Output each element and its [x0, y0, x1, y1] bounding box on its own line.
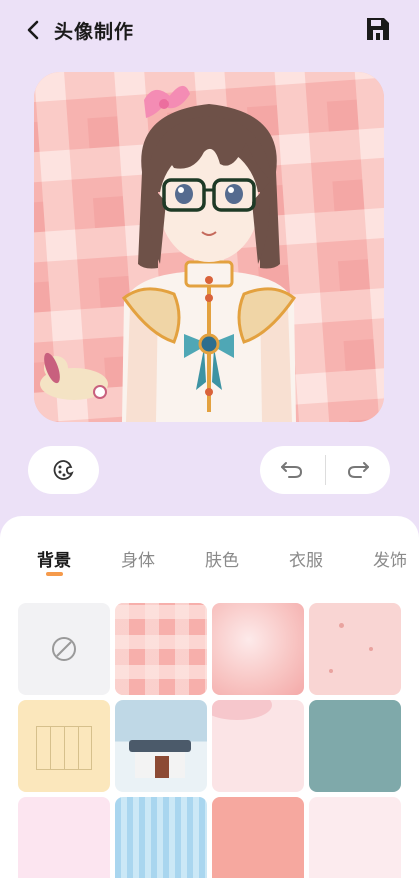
background-option-blue-stripes[interactable] [115, 797, 207, 878]
background-option-pink-dots[interactable] [309, 603, 401, 695]
background-grid [18, 603, 401, 878]
no-entry-icon [52, 637, 76, 661]
back-button[interactable] [20, 16, 48, 44]
background-option-flower-field[interactable] [309, 797, 401, 878]
palette-icon [53, 460, 74, 480]
tab-skin-color[interactable]: 肤色 [205, 546, 239, 571]
save-icon [367, 18, 389, 40]
redo-button[interactable] [326, 446, 391, 494]
tab-background[interactable]: 背景 [37, 546, 71, 571]
tab-clothes[interactable]: 衣服 [289, 546, 323, 571]
background-option-teal-texture[interactable] [309, 700, 401, 792]
page-title: 头像制作 [54, 21, 135, 43]
redo-icon [347, 462, 369, 478]
background-option-pink-floral[interactable] [212, 797, 304, 878]
header-bar: 头像制作 [0, 0, 419, 62]
avatar-canvas [34, 72, 384, 422]
background-option-bunny-pattern[interactable] [18, 797, 110, 878]
background-option-pink-plaid[interactable] [115, 603, 207, 695]
background-option-none[interactable] [18, 603, 110, 695]
tab-hair-accessory[interactable]: 发饰 [373, 546, 407, 571]
background-option-pink-petals[interactable] [212, 700, 304, 792]
avatar-preview [34, 72, 384, 422]
asset-panel: 背景 身体 肤色 衣服 发饰 [0, 516, 419, 878]
undo-button[interactable] [260, 446, 325, 494]
palette-button[interactable] [28, 446, 99, 494]
active-tab-indicator [46, 572, 63, 576]
background-option-snowy-house[interactable] [115, 700, 207, 792]
background-option-yellow-grid-paper[interactable] [18, 700, 110, 792]
save-button[interactable] [363, 14, 393, 44]
history-controls [260, 446, 390, 494]
background-option-pink-watercolor[interactable] [212, 603, 304, 695]
chevron-left-icon [27, 20, 39, 40]
category-tabs: 背景 身体 肤色 衣服 发饰 [0, 546, 419, 586]
tab-body[interactable]: 身体 [121, 546, 155, 571]
undo-icon [281, 462, 303, 478]
